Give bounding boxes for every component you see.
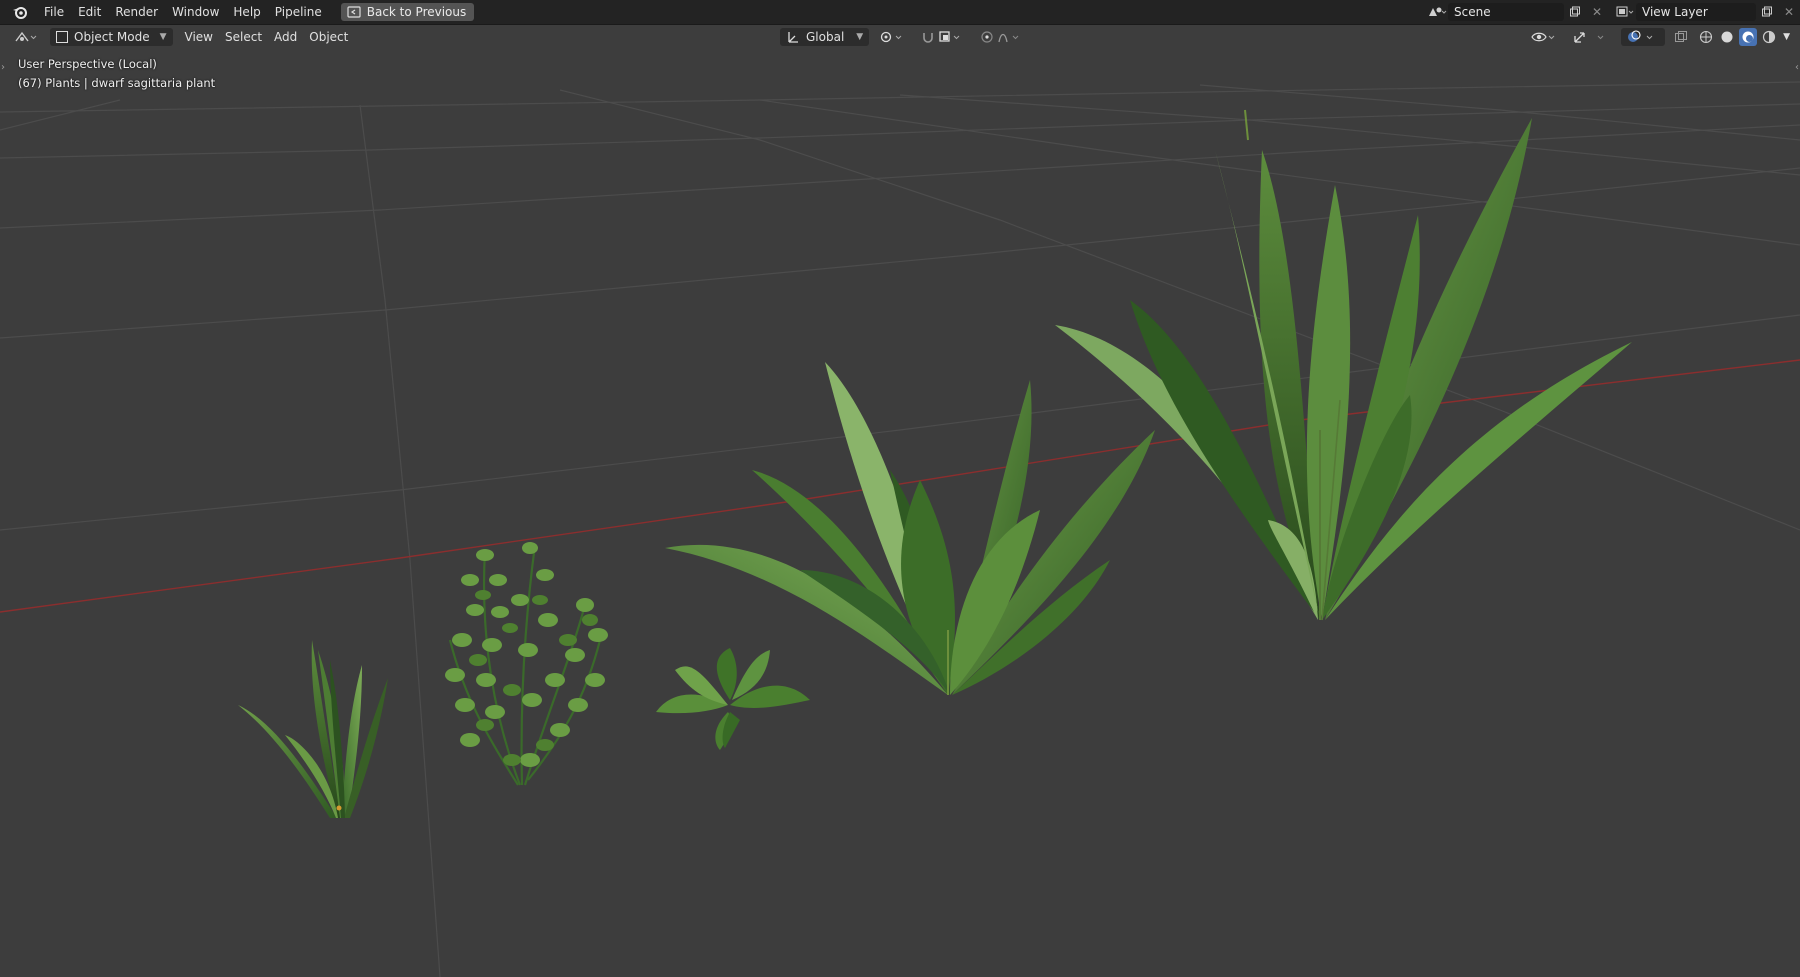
chevron-down-icon: ▼ bbox=[159, 32, 167, 42]
rendered-shading-icon bbox=[1762, 30, 1776, 44]
round-leaf-stem-plant[interactable] bbox=[445, 542, 608, 786]
chevron-down-icon: ▼ bbox=[856, 32, 864, 42]
gizmo-icon bbox=[1574, 32, 1604, 43]
menu-add[interactable]: Add bbox=[268, 28, 303, 46]
small-leafy-plant[interactable] bbox=[656, 648, 810, 750]
viewport-perspective-label: User Perspective (Local) bbox=[18, 57, 157, 71]
tall-sword-plant[interactable] bbox=[1055, 109, 1632, 621]
viewport-object-info: (67) Plants | dwarf sagittaria plant bbox=[18, 76, 216, 90]
transform-orientation-label: Global bbox=[806, 30, 845, 44]
overlays-icon bbox=[1628, 30, 1653, 42]
snap-button[interactable] bbox=[915, 28, 971, 46]
3d-viewport[interactable] bbox=[0, 0, 1800, 977]
gizmo-button[interactable] bbox=[1566, 28, 1618, 46]
menu-view[interactable]: View bbox=[179, 28, 219, 46]
shading-rendered-button[interactable] bbox=[1760, 28, 1778, 46]
editor-type-icon bbox=[15, 31, 37, 42]
pivot-point-icon bbox=[881, 31, 902, 43]
viewport-header: Object Mode ▼ View Select Add Object Glo… bbox=[0, 25, 1800, 49]
shading-material-button[interactable] bbox=[1739, 28, 1758, 46]
broadleaf-plant[interactable] bbox=[665, 362, 1155, 695]
solid-shading-icon bbox=[1721, 31, 1733, 43]
snap-magnet-icon bbox=[923, 31, 960, 43]
grass-tuft-plant[interactable] bbox=[238, 640, 388, 818]
viewport-display-tools: ▼ bbox=[1525, 25, 1792, 49]
xray-icon bbox=[1675, 31, 1688, 42]
editor-type-button[interactable] bbox=[8, 28, 44, 46]
xray-toggle-button[interactable] bbox=[1668, 28, 1694, 46]
sidebar-expand-arrow-icon[interactable]: ‹ bbox=[1795, 62, 1799, 73]
toolbar-expand-arrow-icon[interactable]: › bbox=[1, 62, 5, 73]
object-mode-label: Object Mode bbox=[74, 30, 150, 44]
object-mode-icon bbox=[56, 31, 68, 43]
shading-solid-button[interactable] bbox=[1718, 28, 1736, 46]
proportional-editing-icon bbox=[981, 31, 1019, 43]
eye-visibility-icon bbox=[1531, 32, 1555, 42]
shading-wireframe-button[interactable] bbox=[1697, 28, 1715, 46]
overlays-button[interactable] bbox=[1621, 28, 1666, 46]
object-mode-dropdown[interactable]: Object Mode ▼ bbox=[50, 28, 173, 46]
menu-object[interactable]: Object bbox=[303, 28, 354, 46]
proportional-editing-button[interactable] bbox=[975, 28, 1031, 46]
transform-orientation-dropdown[interactable]: Global ▼ bbox=[780, 28, 870, 46]
pivot-point-button[interactable] bbox=[873, 28, 911, 46]
orientation-axes-icon bbox=[788, 32, 798, 43]
visibility-button[interactable] bbox=[1525, 28, 1563, 46]
shading-options-dropdown[interactable]: ▼ bbox=[1781, 28, 1792, 46]
material-preview-icon bbox=[1742, 31, 1754, 43]
menu-select[interactable]: Select bbox=[219, 28, 268, 46]
wireframe-shading-icon bbox=[1700, 30, 1713, 44]
transform-tools: Global ▼ bbox=[780, 25, 1031, 49]
